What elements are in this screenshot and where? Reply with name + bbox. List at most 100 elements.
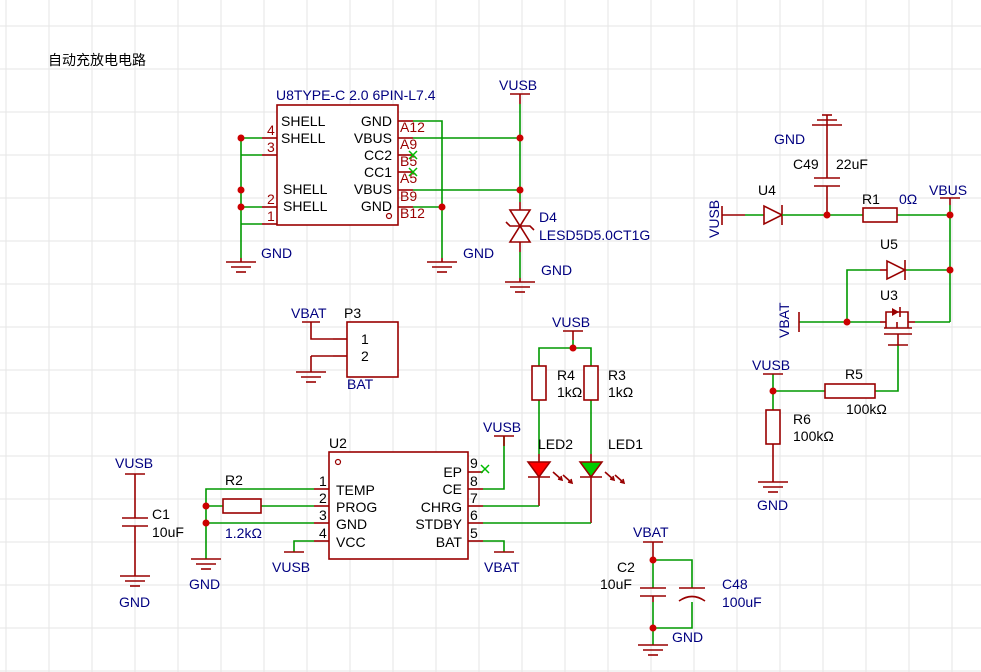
r4-ref: R4 — [557, 367, 575, 383]
net-label: GND — [541, 262, 572, 278]
r4-value: 1kΩ — [557, 384, 582, 400]
p3-body — [346, 321, 399, 378]
u8-pin-num: A5 — [400, 170, 417, 186]
u8-pin-name: CC2 — [364, 147, 392, 163]
u2-pin-name: STDBY — [415, 516, 462, 532]
u3-mosfet[interactable]: U3 — [880, 287, 915, 346]
u8-pin-name: SHELL — [281, 130, 326, 146]
r1-value: 0Ω — [899, 191, 917, 207]
gnd-symbol[interactable]: GND — [505, 262, 572, 293]
net-label: VUSB — [115, 455, 153, 471]
u2-ref: U2 — [329, 435, 347, 451]
vusb-power-flag[interactable]: VUSB — [115, 455, 153, 475]
u8-pin-name: VBUS — [354, 181, 392, 197]
led2-ref: LED2 — [538, 436, 573, 452]
vusb-power-flag[interactable]: VUSB — [483, 419, 521, 446]
vbat-power-flag[interactable]: VBAT — [484, 551, 520, 575]
u2-pin-name: VCC — [336, 534, 366, 550]
gnd-symbol[interactable]: GND — [427, 245, 494, 273]
c2-capacitor[interactable]: C2 10uF — [600, 559, 666, 602]
c48-value: 100uF — [722, 594, 762, 610]
vusb-power-flag[interactable]: VUSB — [752, 357, 790, 375]
gnd-symbol[interactable]: GND — [189, 558, 221, 592]
d4-tvs-diode[interactable]: D4 LESD5D5.0CT1G — [505, 202, 650, 252]
u2-pin-num: 8 — [470, 473, 478, 489]
gnd-symbol[interactable]: GND — [774, 114, 842, 147]
u2-pin-name: PROG — [336, 499, 377, 515]
c49-value: 22uF — [836, 156, 868, 172]
u3-ref: U3 — [880, 287, 898, 303]
gnd-symbol[interactable]: GND — [226, 245, 292, 273]
r6-ref: R6 — [793, 411, 811, 427]
u2-pin-name: CE — [443, 481, 462, 497]
net-label: GND — [757, 497, 788, 513]
r4-resistor[interactable]: R4 1kΩ — [531, 365, 582, 401]
schematic-canvas[interactable]: 自动充放电电路 U8TYPE-C 2.0 6PIN-L7.4 4 3 2 1 S… — [0, 0, 981, 672]
led2-body — [526, 461, 552, 479]
vbus-power-flag[interactable]: VBUS — [929, 182, 967, 205]
schematic-svg: 自动充放电电路 U8TYPE-C 2.0 6PIN-L7.4 4 3 2 1 S… — [0, 0, 981, 672]
r6-resistor[interactable]: R6 100kΩ — [765, 409, 834, 482]
vbat-power-flag[interactable]: VBAT — [776, 302, 800, 338]
c2-value: 10uF — [600, 576, 632, 592]
net-label: VBAT — [484, 559, 520, 575]
u4-ref: U4 — [758, 182, 776, 198]
u2-pin-name: GND — [336, 516, 367, 532]
net-label: VBUS — [929, 182, 967, 198]
r1-ref: R1 — [862, 191, 880, 207]
u2-pin-name: BAT — [436, 534, 463, 550]
led1-green[interactable]: LED1 — [578, 436, 643, 523]
led2-red[interactable]: LED2 — [526, 436, 573, 506]
u5-diode[interactable]: U5 — [880, 236, 907, 281]
u4-diode[interactable]: U4 — [745, 182, 784, 226]
c1-capacitor[interactable]: C1 10uF — [122, 474, 184, 576]
vusb-power-flag[interactable]: VUSB — [706, 200, 745, 238]
vusb-power-flag[interactable]: VUSB — [272, 551, 310, 575]
u8-pin-num: 3 — [267, 139, 275, 155]
net-label: GND — [119, 594, 150, 610]
p3-pin: 1 — [361, 331, 369, 347]
r2-value: 1.2kΩ — [225, 525, 262, 541]
gnd-symbol[interactable]: GND — [757, 481, 788, 513]
net-label: GND — [463, 245, 494, 261]
r3-resistor[interactable]: R3 1kΩ — [583, 365, 633, 401]
p3-pin: 2 — [361, 348, 369, 364]
led1-body — [578, 461, 604, 479]
u8-pin-num: 2 — [267, 191, 275, 207]
p3-battery-connector[interactable]: P3 1 2 BAT — [333, 305, 399, 392]
u2-pin-num: 5 — [470, 525, 478, 541]
u8-pin-name: VBUS — [354, 130, 392, 146]
r5-ref: R5 — [845, 366, 863, 382]
u2-charger-ic[interactable]: U2 1 2 3 4 TEMP PROG GND VCC EP CE CHRG … — [314, 435, 490, 560]
u2-pin-num: 6 — [470, 507, 478, 523]
vbat-power-flag[interactable]: VBAT — [291, 305, 327, 323]
u2-pin-name: TEMP — [336, 482, 375, 498]
vusb-power-flag[interactable]: VUSB — [552, 314, 590, 340]
u8-pin-num: 4 — [267, 122, 275, 138]
gnd-symbol[interactable] — [296, 371, 326, 383]
gnd-symbol[interactable]: GND — [638, 629, 703, 656]
c48-ref: C48 — [722, 576, 748, 592]
schematic-title: 自动充放电电路 — [48, 52, 146, 68]
net-label: VUSB — [706, 200, 722, 238]
u2-pin-name: EP — [443, 464, 462, 480]
net-label: VBAT — [633, 524, 669, 540]
net-label: GND — [672, 629, 703, 645]
vusb-power-flag[interactable]: VUSB — [499, 77, 537, 104]
u2-pin-num: 3 — [319, 507, 327, 523]
r2-resistor[interactable]: R2 1.2kΩ — [222, 472, 262, 541]
led1-ref: LED1 — [608, 436, 643, 452]
r2-ref: R2 — [225, 472, 243, 488]
net-label: GND — [774, 131, 805, 147]
p3-ref: P3 — [344, 305, 361, 321]
u8-pin-name: CC1 — [364, 164, 392, 180]
u2-pin-num: 2 — [319, 490, 327, 506]
net-label: GND — [261, 245, 292, 261]
r3-value: 1kΩ — [608, 384, 633, 400]
u8-label: U8TYPE-C 2.0 6PIN-L7.4 — [276, 87, 436, 103]
p3-wiring — [310, 322, 333, 372]
u5-ref: U5 — [880, 236, 898, 252]
no-connect-mark — [480, 464, 490, 474]
u8-usb-connector[interactable]: U8TYPE-C 2.0 6PIN-L7.4 4 3 2 1 SHELL SHE… — [262, 87, 436, 226]
d4-ref: D4 — [539, 209, 557, 225]
